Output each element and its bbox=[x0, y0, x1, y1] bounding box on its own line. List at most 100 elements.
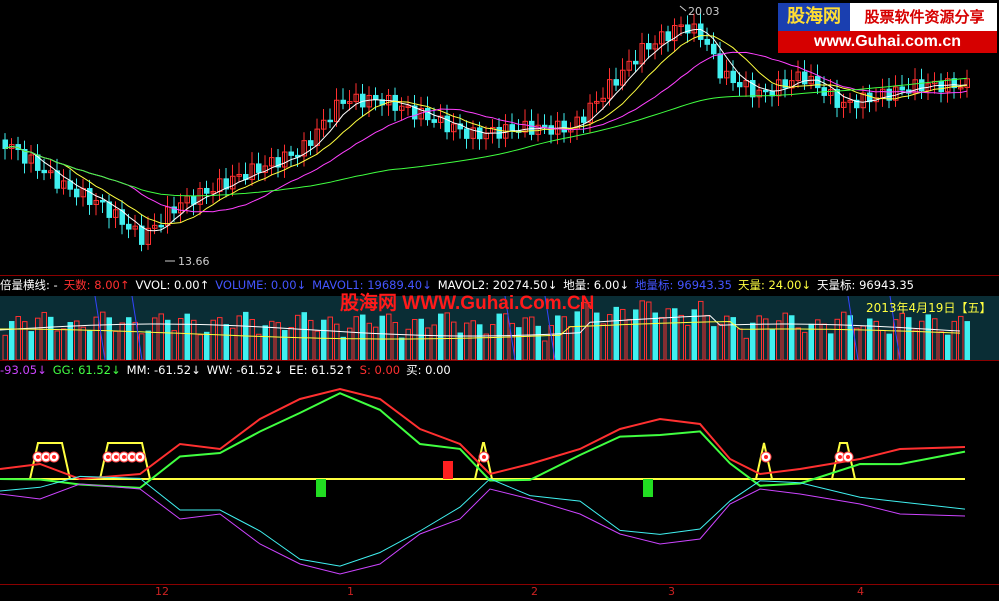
indicator-value: VVOL: 0.00↑ bbox=[135, 278, 210, 292]
volume-bar bbox=[633, 309, 639, 360]
signal-marker-dot bbox=[130, 455, 134, 459]
candle-body bbox=[373, 94, 379, 101]
candle-body bbox=[665, 31, 671, 42]
volume-bar bbox=[282, 330, 288, 360]
low-price-label: 13.66 bbox=[178, 255, 210, 268]
time-axis-label: 3 bbox=[668, 585, 675, 598]
indicator-value: 天数: 8.00↑ bbox=[63, 278, 130, 292]
candle-body bbox=[711, 43, 717, 55]
gg-line bbox=[0, 392, 966, 489]
candle-body bbox=[704, 38, 710, 45]
candle-body bbox=[802, 71, 808, 85]
candle-body bbox=[815, 75, 821, 89]
volume-bar bbox=[262, 325, 268, 360]
volume-bar bbox=[964, 321, 970, 360]
volume-bar bbox=[886, 333, 892, 360]
candle-body bbox=[698, 23, 704, 40]
volume-bar bbox=[28, 331, 34, 360]
candle-body bbox=[938, 80, 944, 93]
watermark-overlay: 股海网 WWW.Guhai.Com.CN bbox=[340, 293, 595, 314]
candle-body bbox=[308, 140, 314, 146]
current-date-label: 2013年4月19日【五】 bbox=[866, 301, 992, 315]
volume-bar bbox=[301, 312, 307, 360]
indicator-value: 买: 0.00 bbox=[406, 363, 451, 377]
volume-bar bbox=[906, 317, 912, 360]
pane-divider bbox=[0, 275, 999, 276]
signal-marker-dot bbox=[846, 455, 850, 459]
time-axis-line bbox=[0, 584, 999, 585]
candle-body bbox=[256, 163, 262, 173]
signal-marker-dot bbox=[114, 455, 118, 459]
indicator-value: VOLUME: 0.00↓ bbox=[215, 278, 307, 292]
candle-body bbox=[2, 139, 8, 150]
signal-red-line bbox=[0, 387, 966, 481]
candle-body bbox=[542, 124, 548, 128]
pane-divider bbox=[0, 360, 999, 361]
candle-body bbox=[730, 70, 736, 84]
candle-body bbox=[613, 79, 619, 86]
volume-bar bbox=[67, 322, 73, 360]
candle-body bbox=[392, 94, 398, 111]
volume-bar bbox=[652, 312, 658, 360]
signal-marker-dot bbox=[482, 455, 486, 459]
volume-bar bbox=[477, 324, 483, 360]
signal-marker-dot bbox=[52, 455, 56, 459]
signal-marker-dot bbox=[122, 455, 126, 459]
candle-body bbox=[737, 82, 743, 88]
volume-bar bbox=[165, 319, 171, 360]
candle-body bbox=[100, 199, 106, 203]
signal-indicator-header: -93.05↓ GG: 61.52↓ MM: -61.52↓ WW: -61.52↓ E… bbox=[0, 362, 999, 378]
candle-body bbox=[340, 99, 346, 104]
time-axis-label: 1 bbox=[347, 585, 354, 598]
candle-body bbox=[548, 125, 554, 135]
candle-body bbox=[139, 225, 145, 245]
volume-bar bbox=[945, 334, 951, 360]
signal-chart[interactable] bbox=[0, 379, 999, 583]
volume-bar bbox=[594, 312, 600, 360]
volume-bar bbox=[789, 315, 795, 360]
high-price-label: 20.03 bbox=[688, 5, 720, 18]
volume-bar bbox=[438, 313, 444, 360]
candle-body bbox=[41, 169, 47, 174]
volume-bar bbox=[535, 325, 541, 360]
indicator-value: WW: -61.52↓ bbox=[206, 363, 284, 377]
volume-bar bbox=[87, 330, 93, 360]
volume-bar bbox=[360, 314, 366, 360]
candle-body bbox=[899, 86, 905, 91]
candle-body bbox=[158, 224, 164, 228]
volume-bar bbox=[379, 315, 385, 360]
logo-slogan: 股票软件资源分享 bbox=[864, 8, 985, 26]
candle-body bbox=[581, 116, 587, 123]
volume-bar bbox=[223, 324, 229, 360]
buy-signal-block bbox=[643, 479, 653, 497]
candle-body bbox=[633, 60, 639, 65]
candle-body bbox=[431, 119, 437, 123]
volume-bar bbox=[321, 319, 327, 360]
volume-bar bbox=[711, 326, 717, 360]
candle-body bbox=[288, 151, 294, 156]
candle-body bbox=[327, 119, 333, 123]
volume-bar bbox=[516, 327, 522, 360]
volume-bar bbox=[769, 329, 775, 360]
volume-bar bbox=[145, 330, 151, 360]
candle-body bbox=[717, 53, 723, 79]
volume-bar bbox=[48, 316, 54, 360]
volume-bar bbox=[925, 314, 931, 360]
candle-body bbox=[509, 124, 515, 132]
indicator-value: 天量: 24.00↓ bbox=[737, 278, 812, 292]
volume-bar bbox=[555, 315, 561, 360]
volume-bar bbox=[418, 318, 424, 360]
indicator-value: EE: 61.52↑ bbox=[289, 363, 354, 377]
candle-body bbox=[529, 120, 535, 135]
candle-body bbox=[444, 115, 450, 133]
buy-signal-block bbox=[316, 479, 326, 497]
time-axis-label: 2 bbox=[531, 585, 538, 598]
candle-body bbox=[561, 120, 567, 133]
candle-body bbox=[919, 79, 925, 92]
volume-bar bbox=[867, 318, 873, 360]
signal-marker-dot bbox=[764, 455, 768, 459]
volume-bar bbox=[399, 337, 405, 360]
time-axis-label: 12 bbox=[155, 585, 169, 598]
signal-marker-dot bbox=[36, 455, 40, 459]
indicator-value: MM: -61.52↓ bbox=[126, 363, 201, 377]
